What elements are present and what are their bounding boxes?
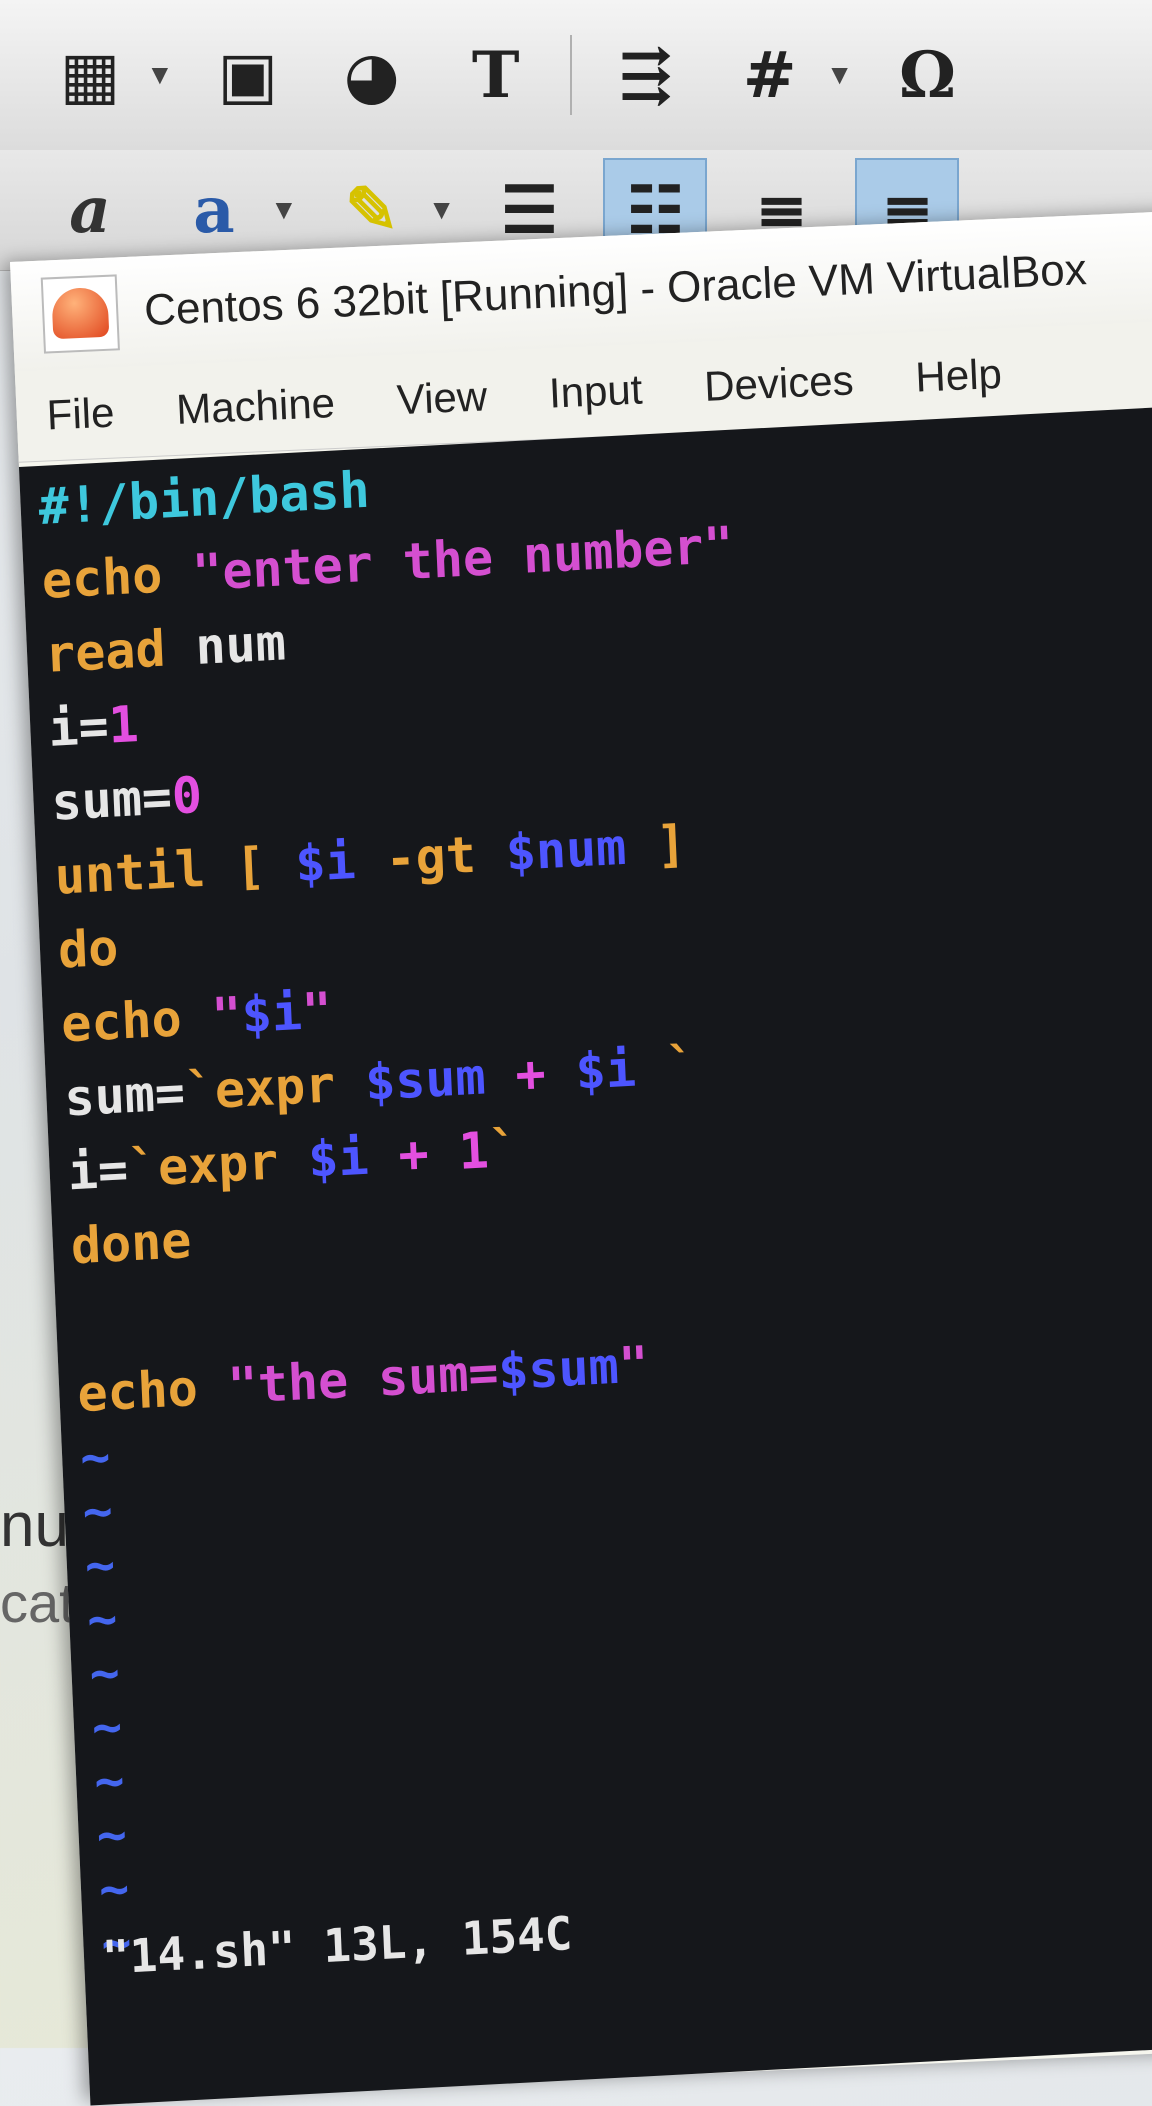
menu-view[interactable]: View (396, 372, 488, 424)
menu-file[interactable]: File (46, 389, 116, 440)
character-highlight-icon[interactable]: a (164, 160, 264, 260)
page-break-icon[interactable]: ⇶ (596, 25, 696, 125)
menu-machine[interactable]: Machine (175, 379, 336, 434)
menu-input[interactable]: Input (548, 366, 643, 418)
special-character-icon[interactable]: Ω (877, 25, 977, 125)
chevron-down-icon[interactable]: ▼ (270, 194, 298, 226)
vim-empty-lines: ~ ~ ~ ~ ~ ~ ~ ~ ~ ~ (79, 1369, 1152, 1973)
chevron-down-icon[interactable]: ▼ (826, 59, 854, 91)
virtualbox-window: Centos 6 32bit [Running] - Oracle VM Vir… (10, 209, 1152, 2106)
menu-help[interactable]: Help (914, 350, 1002, 402)
font-color-icon[interactable]: a (40, 160, 140, 260)
window-title: Centos 6 32bit [Running] - Oracle VM Vir… (143, 245, 1088, 336)
vm-terminal-screen[interactable]: #!/bin/bash echo "enter the number" read n… (18, 404, 1152, 2106)
virtualbox-app-icon (40, 274, 120, 354)
chevron-down-icon[interactable]: ▼ (428, 194, 456, 226)
chevron-down-icon[interactable]: ▼ (146, 59, 174, 91)
field-icon[interactable]: # (720, 25, 820, 125)
chart-icon[interactable]: ◕ (322, 25, 422, 125)
toolbar-separator (569, 35, 572, 115)
menu-devices[interactable]: Devices (703, 356, 854, 410)
table-icon[interactable]: ▦ (40, 25, 140, 125)
image-icon[interactable]: ▣ (198, 25, 298, 125)
background-toolbar-insert: ▦ ▼ ▣ ◕ T ⇶ # ▼ Ω (0, 0, 1152, 151)
vim-buffer: #!/bin/bash echo "enter the number" read n… (37, 408, 1152, 1431)
text-box-icon[interactable]: T (446, 25, 546, 125)
